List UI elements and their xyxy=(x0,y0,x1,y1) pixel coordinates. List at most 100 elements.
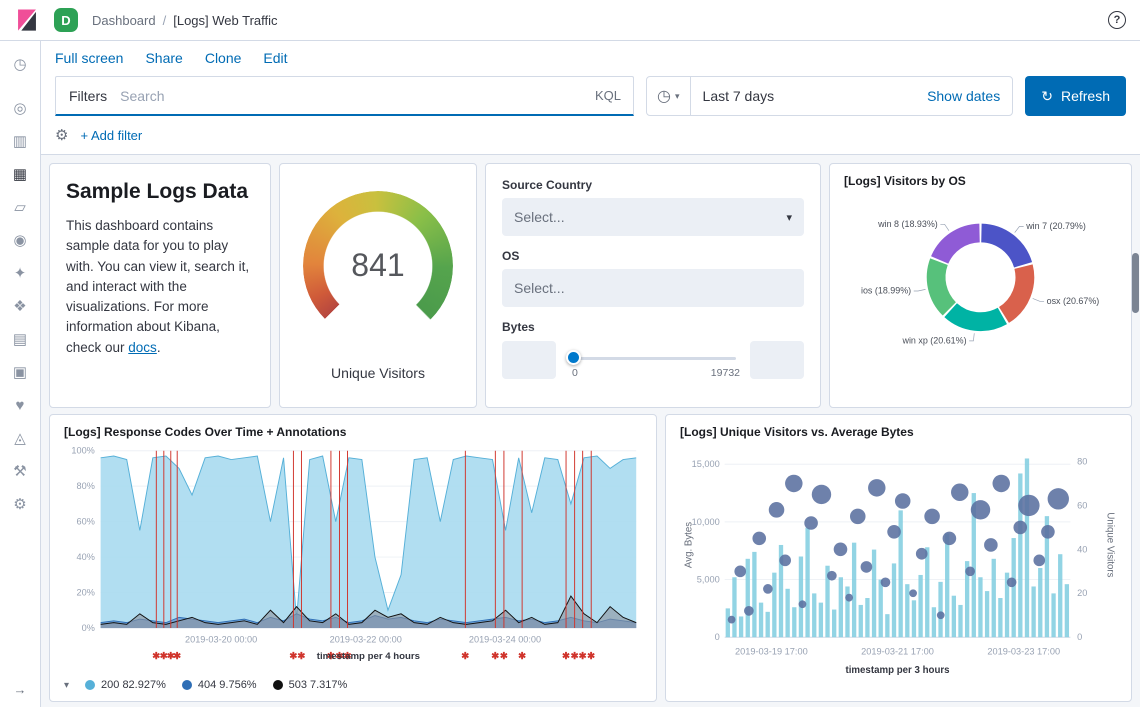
controls-panel: Source Country Select... ▾ OS Select... xyxy=(485,163,821,408)
search-input[interactable] xyxy=(120,88,583,104)
canvas-icon[interactable]: ▱ xyxy=(6,194,34,220)
svg-text:timestamp per 4 hours: timestamp per 4 hours xyxy=(317,651,420,662)
source-country-label: Source Country xyxy=(502,178,804,192)
breadcrumb-separator: / xyxy=(163,13,167,28)
chevron-down-icon: ▾ xyxy=(675,91,680,102)
filters-dropdown[interactable]: Filters xyxy=(56,88,120,104)
svg-text:Unique Visitors: Unique Visitors xyxy=(1104,512,1115,577)
breadcrumb-current: [Logs] Web Traffic xyxy=(173,13,277,28)
legend-item-404[interactable]: 404 9.756% xyxy=(182,679,257,691)
svg-text:Avg. Bytes: Avg. Bytes xyxy=(684,522,695,568)
filter-settings-gear-icon[interactable]: ⚙ xyxy=(55,126,68,144)
space-badge[interactable]: D xyxy=(54,8,78,32)
svg-text:100%: 100% xyxy=(71,446,94,456)
chevron-down-icon: ▾ xyxy=(786,211,792,224)
bytes-max-input[interactable] xyxy=(750,341,804,379)
os-select[interactable]: Select... xyxy=(502,269,804,307)
svg-text:2019-03-24 00:00: 2019-03-24 00:00 xyxy=(469,634,541,644)
clone-link[interactable]: Clone xyxy=(205,50,242,66)
bytes-control: Bytes 0 19732 xyxy=(502,320,804,380)
svg-text:✱: ✱ xyxy=(518,651,527,662)
dashboard-content: Sample Logs Data This dashboard contains… xyxy=(41,154,1140,707)
edit-link[interactable]: Edit xyxy=(263,50,287,66)
svg-text:0: 0 xyxy=(715,632,720,642)
recently-viewed-icon[interactable]: ◷ xyxy=(6,51,34,77)
siem-icon[interactable]: ◬ xyxy=(6,425,34,451)
kql-button[interactable]: KQL xyxy=(583,88,633,103)
svg-text:osx (20.67%): osx (20.67%) xyxy=(1047,296,1100,306)
panel-row-2: [Logs] Response Codes Over Time + Annota… xyxy=(49,414,1132,702)
svg-text:20: 20 xyxy=(1077,588,1087,598)
source-country-placeholder: Select... xyxy=(514,209,565,225)
svg-text:2019-03-20 00:00: 2019-03-20 00:00 xyxy=(185,634,257,644)
source-country-select[interactable]: Select... ▾ xyxy=(502,198,804,236)
share-link[interactable]: Share xyxy=(145,50,182,66)
bytes-min-input[interactable] xyxy=(502,341,556,379)
chart-legend: ▾ 200 82.927% 404 9.756% 503 7.317% xyxy=(64,679,642,691)
legend-item-200[interactable]: 200 82.927% xyxy=(85,679,166,691)
metrics-icon[interactable]: ▣ xyxy=(6,359,34,385)
refresh-button[interactable]: ↻ Refresh xyxy=(1025,76,1126,116)
os-label: OS xyxy=(502,249,804,263)
add-filter-link[interactable]: + Add filter xyxy=(80,128,142,143)
dashboard-icon[interactable]: ▦ xyxy=(6,161,34,187)
svg-text:✱: ✱ xyxy=(500,651,509,662)
breadcrumb-dashboard[interactable]: Dashboard xyxy=(92,13,156,28)
markdown-body: This dashboard contains sample data for … xyxy=(66,216,254,358)
logs-icon[interactable]: ▤ xyxy=(6,326,34,352)
query-bar: Filters KQL ◷ ▾ Last 7 days Show dates ↻… xyxy=(41,72,1140,126)
legend-dot xyxy=(182,680,192,690)
collapse-nav-icon[interactable]: → xyxy=(14,682,27,697)
full-screen-link[interactable]: Full screen xyxy=(55,50,123,66)
docs-link[interactable]: docs xyxy=(128,340,157,355)
bytes-slider-track[interactable] xyxy=(570,357,736,360)
svg-text:60%: 60% xyxy=(77,516,95,526)
visualize-icon[interactable]: ▥ xyxy=(6,128,34,154)
panel-title: [Logs] Visitors by OS xyxy=(844,174,1117,188)
legend-label: 200 82.927% xyxy=(101,679,166,691)
management-icon[interactable]: ⚙ xyxy=(6,491,34,517)
svg-text:2019-03-19 17:00: 2019-03-19 17:00 xyxy=(735,647,808,657)
show-dates-link[interactable]: Show dates xyxy=(927,88,1012,104)
svg-text:win xp (20.61%): win xp (20.61%) xyxy=(902,335,967,345)
bytes-max-value: 19732 xyxy=(711,367,740,379)
response-codes-chart[interactable]: 0%20%40%60%80%100%✱✱✱✱✱✱✱✱✱✱✱✱✱✱✱✱✱2019-… xyxy=(64,443,642,666)
time-range-value[interactable]: Last 7 days xyxy=(691,88,787,104)
bytes-label: Bytes xyxy=(502,320,804,334)
source-country-control: Source Country Select... ▾ xyxy=(502,178,804,236)
os-control: OS Select... xyxy=(502,249,804,307)
sample-logs-markdown-panel: Sample Logs Data This dashboard contains… xyxy=(49,163,271,408)
main-area: Full screen Share Clone Edit Filters KQL… xyxy=(41,41,1140,707)
visitors-by-os-panel: [Logs] Visitors by OS win 7 (20.79%)osx … xyxy=(829,163,1132,408)
machine-learning-icon[interactable]: ✦ xyxy=(6,260,34,286)
dev-tools-icon[interactable]: ⚒ xyxy=(6,458,34,484)
refresh-icon: ↻ xyxy=(1041,88,1053,105)
svg-text:✱: ✱ xyxy=(297,651,306,662)
os-placeholder: Select... xyxy=(514,280,565,296)
svg-text:✱: ✱ xyxy=(173,651,182,662)
unique-visitors-chart[interactable]: 05,00010,00015,0000204060802019-03-19 17… xyxy=(680,443,1117,688)
legend-collapse-icon[interactable]: ▾ xyxy=(64,680,69,691)
uptime-icon[interactable]: ♥ xyxy=(6,392,34,418)
search-box: Filters KQL xyxy=(55,76,634,116)
kibana-logo-icon[interactable] xyxy=(14,7,40,33)
unique-visitors-gauge-panel: 841 Unique Visitors xyxy=(279,163,477,408)
graph-icon[interactable]: ❖ xyxy=(6,293,34,319)
maps-icon[interactable]: ◉ xyxy=(6,227,34,253)
discover-icon[interactable]: ◎ xyxy=(6,95,34,121)
time-quick-menu[interactable]: ◷ ▾ xyxy=(647,77,691,115)
bytes-min-value: 0 xyxy=(572,367,578,379)
svg-text:2019-03-21 17:00: 2019-03-21 17:00 xyxy=(861,647,934,657)
refresh-label: Refresh xyxy=(1061,88,1110,104)
legend-item-503[interactable]: 503 7.317% xyxy=(273,679,348,691)
panel-title: [Logs] Response Codes Over Time + Annota… xyxy=(64,425,642,439)
scrollbar-thumb[interactable] xyxy=(1132,253,1139,313)
legend-label: 503 7.317% xyxy=(289,679,348,691)
svg-text:✱: ✱ xyxy=(461,651,470,662)
unique-visitors-vs-bytes-panel: [Logs] Unique Visitors vs. Average Bytes… xyxy=(665,414,1132,702)
svg-text:80: 80 xyxy=(1077,456,1087,466)
help-icon[interactable]: ? xyxy=(1108,11,1126,29)
bytes-slider-handle[interactable] xyxy=(566,350,581,365)
visitors-by-os-chart[interactable]: win 7 (20.79%)osx (20.67%)win xp (20.61%… xyxy=(844,192,1117,368)
top-bar: D Dashboard / [Logs] Web Traffic ? xyxy=(0,0,1140,41)
